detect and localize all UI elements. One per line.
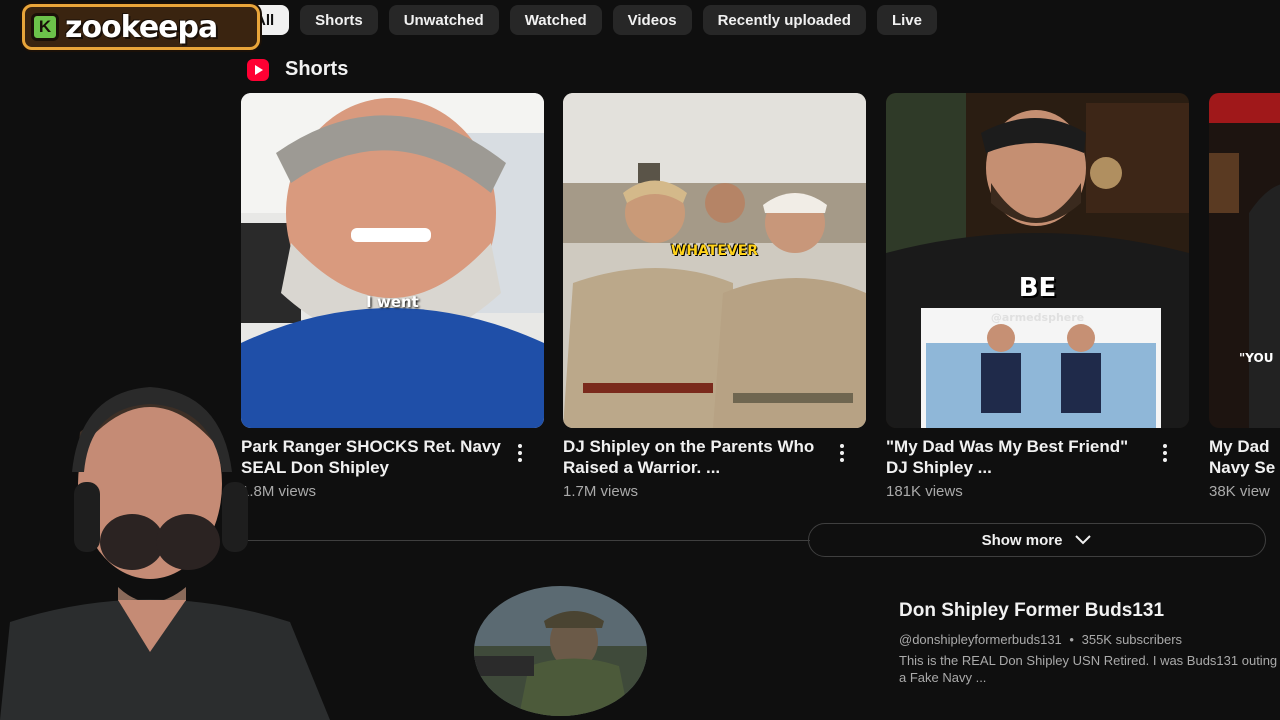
short-title-line: Navy Se	[1209, 458, 1276, 477]
chip-unwatched[interactable]: Unwatched	[388, 5, 499, 35]
channel-avatar[interactable]	[474, 586, 647, 716]
channel-description: This is the REAL Don Shipley USN Retired…	[899, 653, 1278, 685]
channel-subscribers: 355K subscribers	[1081, 632, 1183, 647]
short-views: 1.7M views	[563, 483, 639, 500]
short-caption: I went	[366, 293, 419, 311]
more-options-icon[interactable]	[1157, 443, 1173, 463]
short-title[interactable]: "My Dad Was My Best Friend" DJ Shipley .…	[886, 436, 1146, 478]
short-title-line: My Dad	[1209, 437, 1270, 456]
channel-handle: @donshipleyformerbuds131	[899, 632, 1062, 647]
logo-k-badge: K	[31, 13, 59, 41]
youtube-shorts-icon	[247, 58, 269, 81]
chip-shorts[interactable]: Shorts	[300, 5, 378, 35]
short-caption: "YOU	[1239, 351, 1274, 365]
shorts-header: Shorts	[247, 58, 348, 81]
channel-name[interactable]: Don Shipley Former Buds131	[899, 600, 1164, 622]
short-views: 181K views	[886, 483, 963, 500]
streamer-logo: K zookeepa	[22, 4, 260, 50]
short-thumbnail[interactable]: WHATEVER	[563, 93, 866, 428]
chip-recently-uploaded[interactable]: Recently uploaded	[702, 5, 866, 35]
filter-chips: All Shorts Unwatched Watched Videos Rece…	[240, 5, 937, 35]
more-options-icon[interactable]	[512, 443, 528, 463]
short-watermark: @armedsphere	[990, 311, 1085, 324]
more-options-icon[interactable]	[834, 443, 850, 463]
chip-videos[interactable]: Videos	[612, 5, 692, 35]
short-caption: WHATEVER	[670, 243, 759, 259]
short-views: 38K view	[1209, 483, 1270, 500]
show-more-label: Show more	[981, 531, 1063, 549]
channel-meta: @donshipleyformerbuds131 • 355K subscrib…	[899, 632, 1182, 647]
youtube-channel-page: All Shorts Unwatched Watched Videos Rece…	[0, 0, 1280, 720]
short-card[interactable]: "YOU My Dad Navy Se 38K view	[1209, 93, 1280, 500]
short-caption: BE	[1018, 273, 1057, 303]
short-thumbnail[interactable]: BE @armedsphere	[886, 93, 1189, 428]
short-title[interactable]: DJ Shipley on the Parents Who Raised a W…	[563, 436, 823, 478]
chevron-down-icon	[1075, 535, 1092, 545]
show-more-button[interactable]: Show more	[808, 523, 1266, 557]
short-card[interactable]: WHATEVER DJ Shipley on the Parents Who R…	[563, 93, 866, 500]
shorts-section-title: Shorts	[285, 58, 349, 80]
logo-text: zookeepa	[65, 9, 218, 45]
short-card[interactable]: BE @armedsphere "My Dad Was My Best Frie…	[886, 93, 1189, 500]
meta-separator: •	[1069, 632, 1074, 647]
short-thumbnail[interactable]: "YOU	[1209, 93, 1280, 428]
short-title[interactable]: My Dad Navy Se	[1209, 436, 1280, 478]
webcam-overlay	[0, 372, 340, 720]
chip-watched[interactable]: Watched	[509, 5, 602, 35]
chip-live[interactable]: Live	[876, 5, 937, 35]
